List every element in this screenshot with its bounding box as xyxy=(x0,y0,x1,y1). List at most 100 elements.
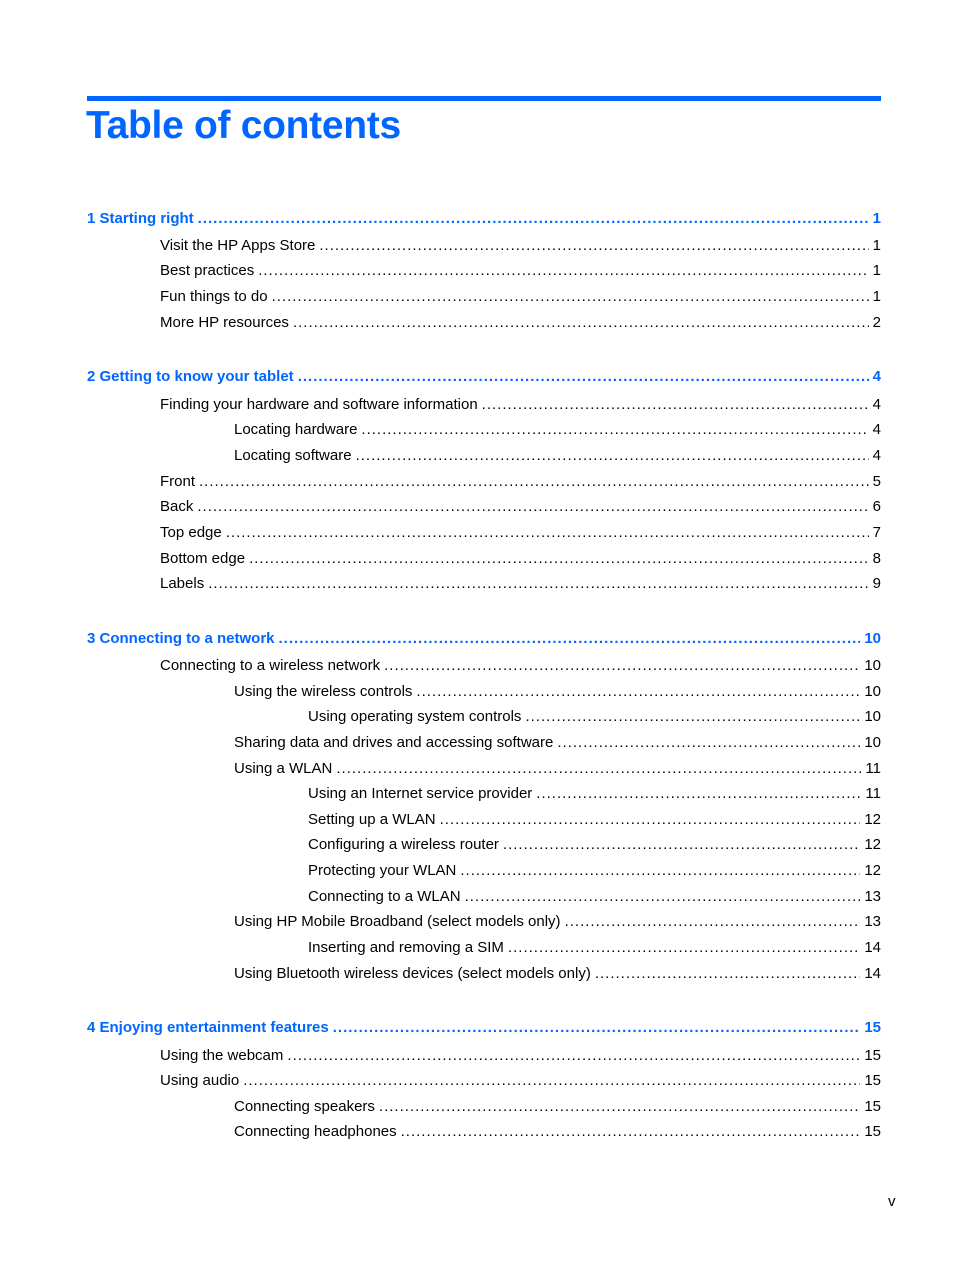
toc-entry[interactable]: Connecting speakers 15 xyxy=(234,1097,881,1117)
dot-leader xyxy=(465,887,861,907)
toc-entry-page: 11 xyxy=(865,760,881,777)
dot-leader xyxy=(440,810,861,830)
toc-entry[interactable]: Inserting and removing a SIM 14 xyxy=(308,938,881,958)
toc-entry-label: Fun things to do xyxy=(160,288,268,305)
toc-entry-page: 4 xyxy=(872,368,881,385)
toc-entry-label: Using HP Mobile Broadband (select models… xyxy=(234,913,561,930)
toc-entry-page: 1 xyxy=(872,262,881,279)
dot-leader xyxy=(379,1097,860,1117)
dot-leader xyxy=(258,261,868,281)
toc-entry-label: Using the webcam xyxy=(160,1047,284,1064)
dot-leader xyxy=(508,938,860,958)
dot-leader xyxy=(503,835,860,855)
dot-leader xyxy=(279,629,861,649)
toc-entry[interactable]: Top edge 7 xyxy=(160,523,881,543)
dot-leader xyxy=(197,497,868,517)
toc-entry[interactable]: Sharing data and drives and accessing so… xyxy=(234,733,881,753)
toc-entry-label: Using the wireless controls xyxy=(234,683,413,700)
toc-entry-label: Labels xyxy=(160,575,205,592)
dot-leader xyxy=(595,964,860,984)
toc-entry-label: 3 Connecting to a network xyxy=(87,630,275,647)
toc-entry[interactable]: Back 6 xyxy=(160,497,881,517)
dot-leader xyxy=(293,313,869,333)
dot-leader xyxy=(272,287,869,307)
toc-entry-label: Connecting to a wireless network xyxy=(160,657,381,674)
toc-entry[interactable]: Labels 9 xyxy=(160,574,881,594)
title-rule xyxy=(87,96,881,101)
toc-entry[interactable]: Using operating system controls 10 xyxy=(308,707,881,727)
toc-entry[interactable]: Using the wireless controls 10 xyxy=(234,682,881,702)
dot-leader xyxy=(416,682,860,702)
toc-entry-label: Setting up a WLAN xyxy=(308,811,436,828)
toc-entry-label: Using Bluetooth wireless devices (select… xyxy=(234,965,591,982)
dot-leader xyxy=(336,759,861,779)
dot-leader xyxy=(243,1071,860,1091)
dot-leader xyxy=(226,523,869,543)
toc-entry-page: 10 xyxy=(864,630,881,647)
toc-entry-page: 5 xyxy=(872,473,881,490)
dot-leader xyxy=(298,367,869,387)
toc-entry-page: 9 xyxy=(872,575,881,592)
toc-entry[interactable]: Protecting your WLAN 12 xyxy=(308,861,881,881)
toc-entry-label: Bottom edge xyxy=(160,550,246,567)
toc-entry-page: 10 xyxy=(864,683,881,700)
toc-entry-page: 15 xyxy=(864,1072,881,1089)
dot-leader xyxy=(249,549,869,569)
page-number: v xyxy=(888,1193,896,1210)
toc-chapter[interactable]: 1 Starting right 1 xyxy=(87,209,881,229)
toc-entry-page: 1 xyxy=(872,288,881,305)
toc-entry-page: 10 xyxy=(864,708,881,725)
toc-entry-page: 10 xyxy=(864,734,881,751)
toc-entry[interactable]: Bottom edge 8 xyxy=(160,549,881,569)
toc-entry[interactable]: Using an Internet service provider 11 xyxy=(308,784,881,804)
toc-chapter[interactable]: 4 Enjoying entertainment features 15 xyxy=(87,1018,881,1038)
dot-leader xyxy=(482,395,869,415)
toc-entry-label: Visit the HP Apps Store xyxy=(160,237,316,254)
toc-entry[interactable]: Using Bluetooth wireless devices (select… xyxy=(234,964,881,984)
toc-entry-page: 15 xyxy=(864,1123,881,1140)
toc-entry[interactable]: Fun things to do 1 xyxy=(160,287,881,307)
toc-chapter[interactable]: 3 Connecting to a network 10 xyxy=(87,629,881,649)
toc-entry-label: Using an Internet service provider xyxy=(308,785,533,802)
toc-entry[interactable]: Connecting headphones 15 xyxy=(234,1122,881,1142)
toc-entry[interactable]: Finding your hardware and software infor… xyxy=(160,395,881,415)
toc-entry[interactable]: Setting up a WLAN 12 xyxy=(308,810,881,830)
toc-chapter[interactable]: 2 Getting to know your tablet 4 xyxy=(87,367,881,387)
toc-entry-page: 14 xyxy=(864,965,881,982)
toc-entry-label: 2 Getting to know your tablet xyxy=(87,368,294,385)
toc-entry[interactable]: More HP resources 2 xyxy=(160,313,881,333)
dot-leader xyxy=(460,861,860,881)
toc-entry-label: Protecting your WLAN xyxy=(308,862,457,879)
toc-entry[interactable]: Connecting to a wireless network 10 xyxy=(160,656,881,676)
toc-entry[interactable]: Configuring a wireless router 12 xyxy=(308,835,881,855)
toc-entry[interactable]: Locating software 4 xyxy=(234,446,881,466)
toc-entry[interactable]: Using a WLAN 11 xyxy=(234,759,881,779)
toc-entry-page: 6 xyxy=(872,498,881,515)
dot-leader xyxy=(319,236,868,256)
dot-leader xyxy=(198,209,869,229)
toc-entry-label: 1 Starting right xyxy=(87,210,194,227)
dot-leader xyxy=(333,1018,861,1038)
dot-leader xyxy=(401,1122,861,1142)
toc-entry[interactable]: Locating hardware 4 xyxy=(234,420,881,440)
toc-entry[interactable]: Using audio 15 xyxy=(160,1071,881,1091)
toc-entry[interactable]: Visit the HP Apps Store 1 xyxy=(160,236,881,256)
toc-entry-page: 1 xyxy=(872,210,881,227)
toc-entry-page: 15 xyxy=(864,1047,881,1064)
toc-entry[interactable]: Front 5 xyxy=(160,472,881,492)
toc-entry[interactable]: Using HP Mobile Broadband (select models… xyxy=(234,912,881,932)
toc-entry-page: 10 xyxy=(864,657,881,674)
toc-entry[interactable]: Using the webcam 15 xyxy=(160,1046,881,1066)
dot-leader xyxy=(557,733,860,753)
dot-leader xyxy=(565,912,861,932)
dot-leader xyxy=(287,1046,860,1066)
toc-entry-label: Configuring a wireless router xyxy=(308,836,499,853)
toc-entry-page: 1 xyxy=(872,237,881,254)
toc-entry-label: Inserting and removing a SIM xyxy=(308,939,504,956)
toc-entry-label: Connecting headphones xyxy=(234,1123,397,1140)
toc-entry-page: 11 xyxy=(865,785,881,802)
toc-entry[interactable]: Connecting to a WLAN 13 xyxy=(308,887,881,907)
dot-leader xyxy=(361,420,868,440)
toc-entry-label: 4 Enjoying entertainment features xyxy=(87,1019,329,1036)
toc-entry[interactable]: Best practices 1 xyxy=(160,261,881,281)
